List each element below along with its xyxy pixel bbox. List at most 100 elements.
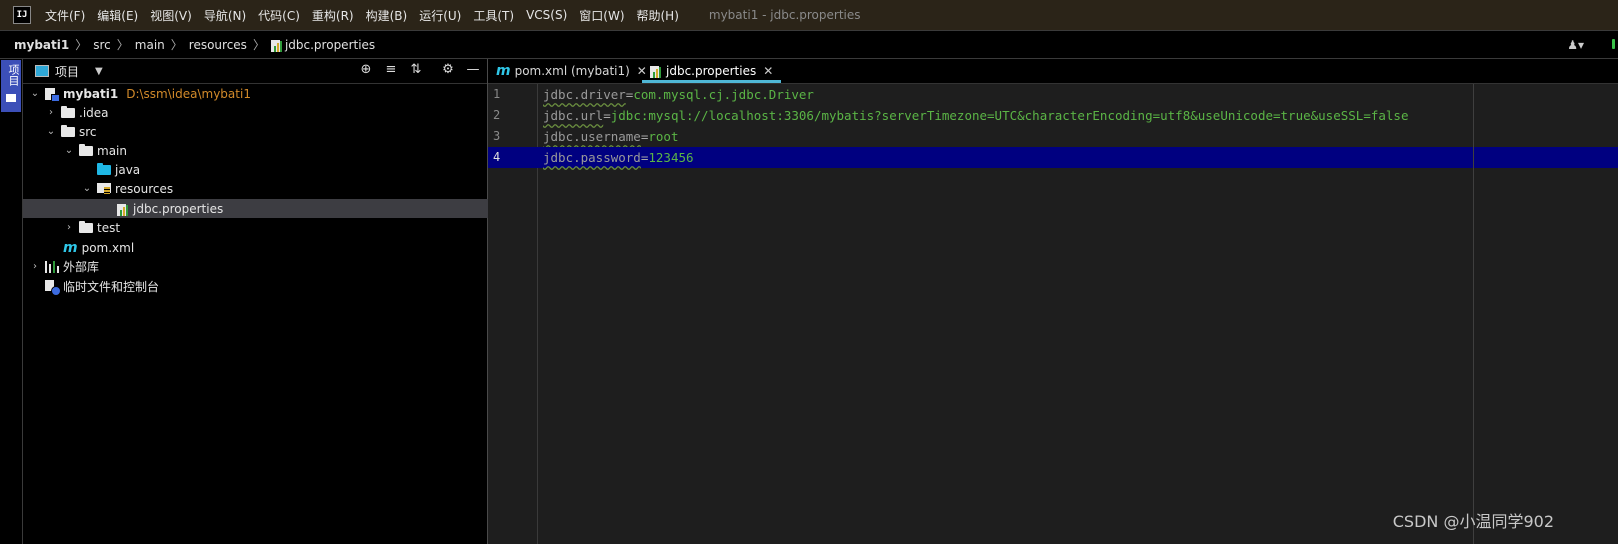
code-line[interactable]: 3 jdbc.username=root <box>488 126 1618 147</box>
tree-item-resources[interactable]: ⌄ resources <box>23 179 545 198</box>
tab-label: pom.xml (mybati1) <box>514 64 630 78</box>
breadcrumb-item-project[interactable]: mybati1 <box>14 38 69 52</box>
breadcrumb-item-src[interactable]: src <box>93 38 111 52</box>
project-panel-header: 项目 ▼ ⊕ ≡ ⇅ ⚙ — <box>23 59 487 84</box>
chevron-right-icon[interactable]: › <box>45 107 57 118</box>
gear-icon[interactable]: ⚙ <box>439 62 457 77</box>
project-panel: 项目 ▼ ⊕ ≡ ⇅ ⚙ — ⌄ mybati1 D:\ssm\idea\myb… <box>23 59 581 544</box>
chevron-down-icon[interactable]: ⌄ <box>45 126 57 137</box>
code-text: jdbc.password=123456 <box>543 150 694 165</box>
property-key: jdbc.username <box>543 129 641 144</box>
module-icon <box>45 87 60 102</box>
menu-vcs[interactable]: VCS(S) <box>526 8 567 22</box>
line-number: 3 <box>493 129 501 143</box>
expand-all-icon[interactable]: ≡ <box>382 62 400 77</box>
code-text: jdbc.username=root <box>543 129 679 144</box>
menu-refactor[interactable]: 重构(R) <box>312 7 354 24</box>
active-tab-indicator <box>642 80 782 83</box>
project-tool-window-tab[interactable]: 项目 <box>1 60 21 112</box>
chevron-right-icon[interactable]: › <box>63 222 75 233</box>
close-icon[interactable]: ✕ <box>763 64 773 78</box>
property-value: jdbc:mysql://localhost:3306/mybatis?serv… <box>610 108 1409 123</box>
tree-item-label: resources <box>115 181 174 196</box>
user-account-icon[interactable]: ♟▾ <box>1567 38 1584 52</box>
property-value: root <box>648 129 679 144</box>
chevron-down-icon[interactable]: ⌄ <box>81 183 93 194</box>
menu-tools[interactable]: 工具(T) <box>473 7 514 24</box>
code-text: jdbc.url=jdbc:mysql://localhost:3306/myb… <box>543 108 1409 123</box>
dropdown-arrow-icon[interactable]: ▼ <box>95 66 103 77</box>
menu-help[interactable]: 帮助(H) <box>637 7 679 24</box>
menu-bar: IJ 文件(F) 编辑(E) 视图(V) 导航(N) 代码(C) 重构(R) 构… <box>0 0 1618 31</box>
maven-icon: m <box>63 239 78 256</box>
property-key: jdbc.url <box>543 108 604 123</box>
breadcrumb-item-main[interactable]: main <box>135 38 165 52</box>
intellij-logo-icon[interactable]: IJ <box>13 6 31 24</box>
menu-code[interactable]: 代码(C) <box>258 7 300 24</box>
chevron-down-icon[interactable]: ⌄ <box>63 145 75 156</box>
menu-edit[interactable]: 编辑(E) <box>97 7 138 24</box>
tree-item-label: src <box>79 124 97 139</box>
menu-window[interactable]: 窗口(W) <box>579 7 624 24</box>
editor-tab-bar: m pom.xml (mybati1) ✕ jdbc.properties ✕ <box>488 59 1618 84</box>
property-key: jdbc.driver <box>543 87 626 102</box>
tree-item-label: pom.xml <box>81 240 135 255</box>
chevron-right-icon: 〉 <box>252 38 265 52</box>
line-number: 2 <box>493 108 501 122</box>
minimize-icon[interactable]: — <box>464 62 482 77</box>
tree-item-java[interactable]: java <box>23 160 561 179</box>
menu-file[interactable]: 文件(F) <box>45 7 85 24</box>
tree-item-label: mybati1 <box>63 86 119 101</box>
maven-icon: m <box>496 63 511 79</box>
menu-view[interactable]: 视图(V) <box>150 7 192 24</box>
project-panel-title[interactable]: 项目 <box>55 63 79 80</box>
folder-icon <box>61 105 75 118</box>
tree-item-project-root[interactable]: ⌄ mybati1 D:\ssm\idea\mybati1 <box>23 84 493 103</box>
menu-run[interactable]: 运行(U) <box>419 7 461 24</box>
chevron-right-icon[interactable]: › <box>29 261 41 272</box>
tree-item-src[interactable]: ⌄ src <box>23 122 509 141</box>
line-number: 4 <box>493 150 501 164</box>
code-line[interactable]: 1 jdbc.driver=com.mysql.cj.jdbc.Driver <box>488 84 1618 105</box>
tree-item-test[interactable]: › test <box>23 218 527 237</box>
tree-item-label: 临时文件和控制台 <box>63 280 160 294</box>
tree-item-label: 外部库 <box>63 260 100 274</box>
chevron-right-icon: 〉 <box>116 38 129 52</box>
project-tab-label: 项目 <box>7 64 20 86</box>
source-folder-icon <box>97 162 111 175</box>
code-line-current[interactable]: 4 jdbc.password=123456 <box>488 147 1618 168</box>
properties-file-icon <box>117 202 129 216</box>
code-text: jdbc.driver=com.mysql.cj.jdbc.Driver <box>543 87 814 102</box>
tree-item-label: main <box>97 143 127 158</box>
folder-icon <box>79 143 93 156</box>
tree-item-scratches[interactable]: 临时文件和控制台 <box>23 277 509 296</box>
menu-build[interactable]: 构建(B) <box>366 7 408 24</box>
menu-navigate[interactable]: 导航(N) <box>204 7 246 24</box>
tab-jdbc-properties[interactable]: jdbc.properties ✕ <box>642 59 782 83</box>
line-number: 1 <box>493 87 501 101</box>
collapse-all-icon[interactable]: ⇅ <box>407 62 425 77</box>
breadcrumb-item-resources[interactable]: resources <box>189 38 247 52</box>
tree-item-main[interactable]: ⌄ main <box>23 141 527 160</box>
tree-item-pom-xml[interactable]: m pom.xml <box>23 238 527 257</box>
library-icon <box>45 260 59 273</box>
locate-file-icon[interactable]: ⊕ <box>357 62 375 77</box>
folder-icon <box>79 220 93 233</box>
tab-pom-xml[interactable]: m pom.xml (mybati1) ✕ <box>496 59 647 83</box>
tree-item-label: jdbc.properties <box>133 201 224 216</box>
property-key: jdbc.password <box>543 150 641 165</box>
tree-item-label: test <box>97 220 121 235</box>
breadcrumb-item-file[interactable]: jdbc.properties <box>285 38 375 52</box>
tree-item-external-libraries[interactable]: › 外部库 <box>23 257 493 276</box>
properties-file-icon <box>270 38 283 52</box>
tree-item-idea[interactable]: › .idea <box>23 103 509 122</box>
scratch-icon <box>45 279 61 296</box>
project-path: D:\ssm\idea\mybati1 <box>126 86 251 101</box>
code-line[interactable]: 2 jdbc.url=jdbc:mysql://localhost:3306/m… <box>488 105 1618 126</box>
folder-icon <box>61 124 75 137</box>
project-view-icon <box>35 65 49 77</box>
folder-icon <box>6 94 16 102</box>
editor-area: m pom.xml (mybati1) ✕ jdbc.properties ✕ … <box>488 59 1618 544</box>
chevron-down-icon[interactable]: ⌄ <box>29 88 41 99</box>
property-value: com.mysql.cj.jdbc.Driver <box>633 87 814 102</box>
